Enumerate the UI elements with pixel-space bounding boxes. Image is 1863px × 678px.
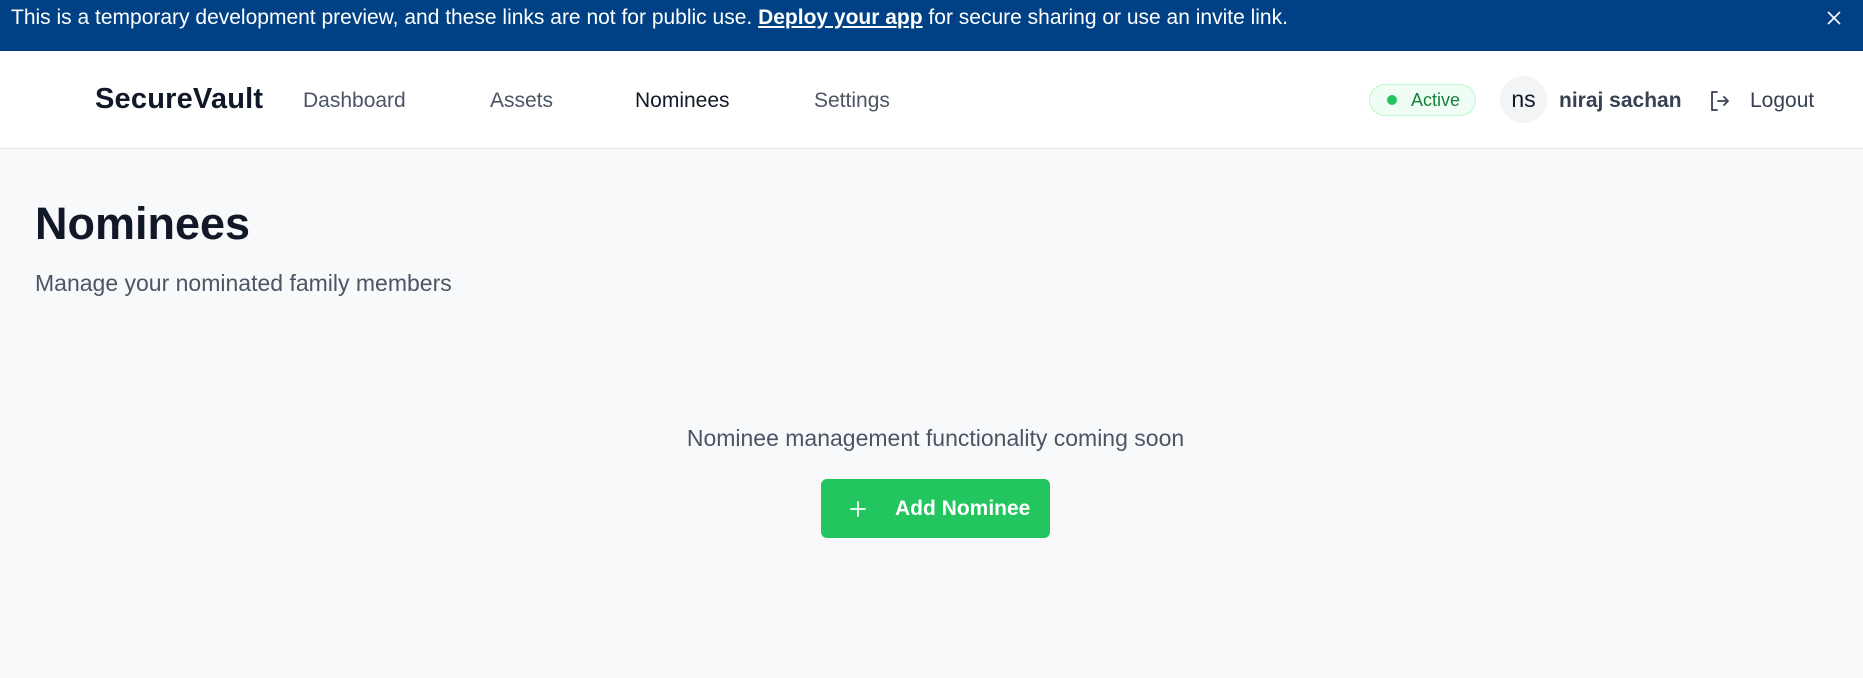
- user-name: niraj sachan: [1559, 89, 1682, 112]
- page-subtitle: Manage your nominated family members: [35, 270, 452, 296]
- dev-preview-banner: This is a temporary development preview,…: [0, 0, 1863, 51]
- logout-button[interactable]: Logout: [1708, 84, 1814, 118]
- banner-text-before: This is a temporary development preview,…: [11, 6, 759, 29]
- banner-text-after: for secure sharing or use an invite link…: [922, 6, 1288, 29]
- page-title: Nominees: [35, 198, 251, 249]
- add-nominee-label: Add Nominee: [895, 496, 1031, 520]
- avatar[interactable]: ns: [1500, 76, 1547, 123]
- nav-nominees[interactable]: Nominees: [635, 89, 730, 113]
- empty-state-message: Nominee management functionality coming …: [686, 425, 1185, 451]
- brand-logo-text[interactable]: SecureVault: [95, 83, 263, 116]
- top-navigation-bar: SecureVault Dashboard Assets Nominees Se…: [0, 51, 1863, 149]
- logout-icon: [1711, 91, 1729, 111]
- nav-settings[interactable]: Settings: [814, 89, 890, 113]
- add-nominee-button[interactable]: Add Nominee: [821, 479, 1050, 538]
- close-icon: [1827, 11, 1841, 25]
- plus-icon: [850, 500, 866, 517]
- deploy-app-link[interactable]: Deploy your app: [758, 6, 923, 29]
- logout-label: Logout: [1750, 89, 1815, 112]
- status-label: Active: [1411, 89, 1461, 110]
- status-badge: Active: [1369, 84, 1476, 116]
- nav-dashboard[interactable]: Dashboard: [303, 89, 406, 113]
- nav-assets[interactable]: Assets: [490, 89, 553, 113]
- banner-close-button[interactable]: [1819, 3, 1849, 33]
- status-dot-icon: [1387, 95, 1397, 105]
